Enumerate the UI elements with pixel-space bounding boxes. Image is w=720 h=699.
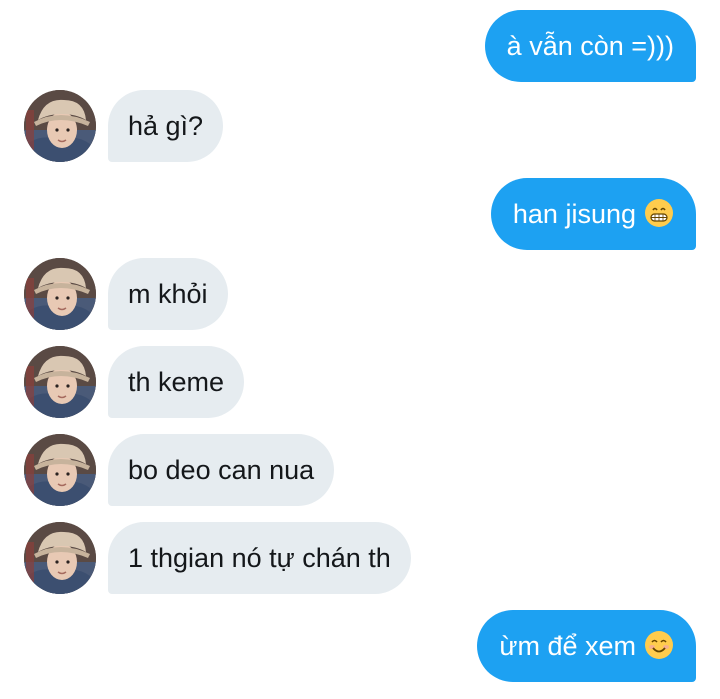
incoming-message-bubble[interactable]: bo deo can nua xyxy=(108,434,335,506)
avatar[interactable] xyxy=(24,434,96,506)
message-row: 1 thgian nó tự chán th xyxy=(0,522,720,594)
incoming-message-bubble[interactable]: hả gì? xyxy=(108,90,224,162)
message-text: th keme xyxy=(128,367,225,397)
message-text: han jisung xyxy=(512,199,636,229)
message-row: hả gì? xyxy=(0,90,720,162)
message-text: bo deo can nua xyxy=(128,455,315,485)
grinning-face-emoji-icon xyxy=(644,198,674,228)
message-row: bo deo can nua xyxy=(0,434,720,506)
message-row: m khỏi xyxy=(0,258,720,330)
message-row: th keme xyxy=(0,346,720,418)
outgoing-message-bubble[interactable]: ừm để xem xyxy=(477,610,696,682)
outgoing-message-bubble[interactable]: han jisung xyxy=(490,178,696,250)
avatar[interactable] xyxy=(24,90,96,162)
message-text: m khỏi xyxy=(128,279,208,309)
incoming-message-bubble[interactable]: 1 thgian nó tự chán th xyxy=(108,522,411,594)
message-text: hả gì? xyxy=(128,111,204,141)
message-row: ừm để xem xyxy=(0,610,720,682)
message-text: ừm để xem xyxy=(499,631,636,661)
avatar[interactable] xyxy=(24,522,96,594)
message-row: han jisung xyxy=(0,178,720,250)
avatar[interactable] xyxy=(24,346,96,418)
message-text: à vẫn còn =))) xyxy=(506,31,674,61)
smiling-face-emoji-icon xyxy=(644,630,674,660)
avatar[interactable] xyxy=(24,258,96,330)
incoming-message-bubble[interactable]: m khỏi xyxy=(108,258,228,330)
message-row: à vẫn còn =))) xyxy=(0,10,720,82)
incoming-message-bubble[interactable]: th keme xyxy=(108,346,245,418)
message-text: 1 thgian nó tự chán th xyxy=(128,543,391,573)
outgoing-message-bubble[interactable]: à vẫn còn =))) xyxy=(484,10,696,82)
